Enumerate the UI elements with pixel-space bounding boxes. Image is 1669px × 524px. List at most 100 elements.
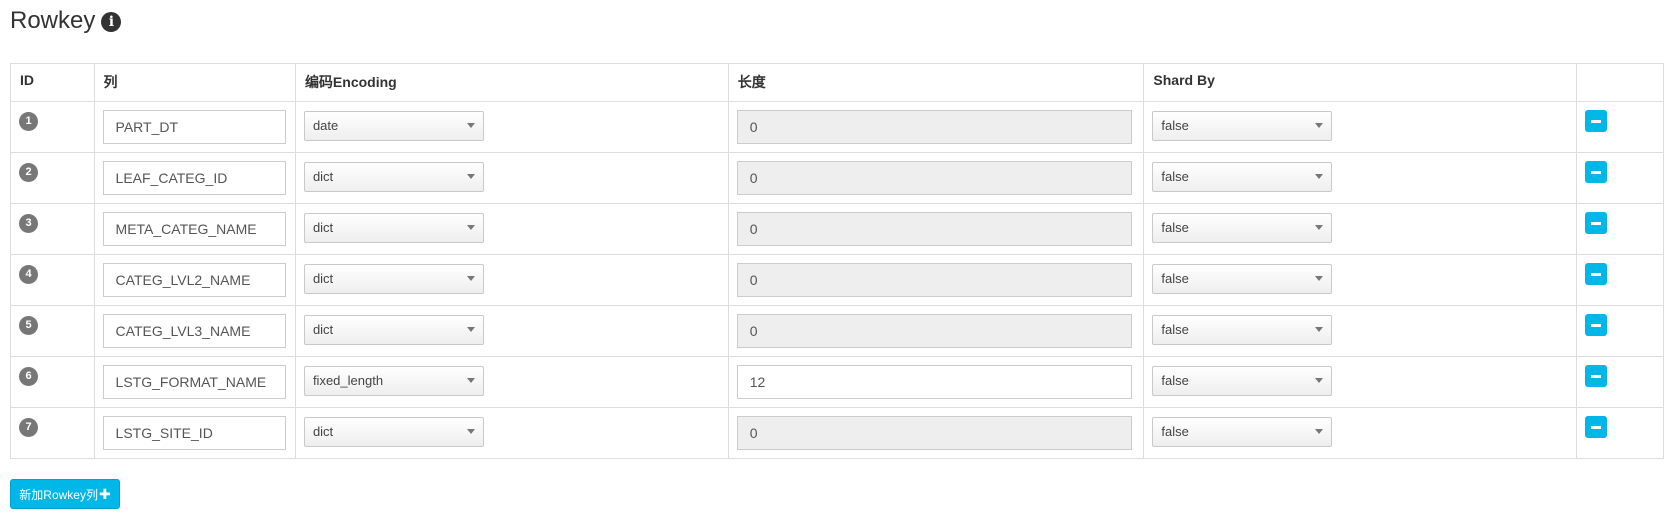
remove-row-button[interactable] bbox=[1585, 263, 1608, 285]
encoding-cell: dict bbox=[294, 254, 729, 306]
shard-by-cell: false bbox=[1143, 305, 1578, 357]
caret-down-icon bbox=[1315, 174, 1324, 179]
table-row: 7 dict false bbox=[10, 407, 1664, 459]
id-cell: 5 bbox=[10, 305, 95, 357]
column-name-input[interactable] bbox=[102, 416, 286, 450]
length-cell bbox=[727, 101, 1145, 153]
id-cell: 2 bbox=[10, 152, 95, 204]
encoding-value: dict bbox=[312, 169, 334, 184]
minus-icon bbox=[1591, 170, 1602, 174]
shard-by-select[interactable]: false bbox=[1152, 315, 1333, 345]
minus-icon bbox=[1591, 323, 1602, 327]
id-cell: 6 bbox=[10, 356, 95, 408]
column-name-input[interactable] bbox=[102, 110, 286, 144]
caret-down-icon bbox=[466, 429, 475, 434]
page-title: Rowkey i bbox=[10, 4, 122, 38]
encoding-value: dict bbox=[312, 424, 334, 439]
encoding-select[interactable]: fixed_length bbox=[303, 366, 484, 396]
info-icon[interactable]: i bbox=[101, 12, 122, 32]
shard-by-select[interactable]: false bbox=[1152, 417, 1333, 447]
length-input bbox=[736, 314, 1132, 348]
column-name-input[interactable] bbox=[102, 212, 286, 246]
column-cell bbox=[93, 152, 296, 204]
actions-cell bbox=[1576, 203, 1664, 255]
shard-by-cell: false bbox=[1143, 203, 1578, 255]
length-cell bbox=[727, 152, 1145, 204]
encoding-value: fixed_length bbox=[312, 373, 384, 388]
encoding-select[interactable]: date bbox=[303, 111, 484, 141]
remove-row-button[interactable] bbox=[1585, 110, 1608, 132]
caret-down-icon bbox=[1315, 225, 1324, 230]
table-row: 1 date false bbox=[10, 101, 1664, 153]
actions-cell bbox=[1576, 101, 1664, 153]
length-input bbox=[736, 212, 1132, 246]
actions-cell bbox=[1576, 356, 1664, 408]
encoding-select[interactable]: dict bbox=[303, 417, 484, 447]
length-input bbox=[736, 416, 1132, 450]
column-cell bbox=[93, 356, 296, 408]
shard-by-select[interactable]: false bbox=[1152, 162, 1333, 192]
caret-down-icon bbox=[466, 225, 475, 230]
actions-cell bbox=[1576, 152, 1664, 204]
page-title-text: Rowkey bbox=[10, 7, 96, 34]
column-header-actions bbox=[1576, 63, 1664, 102]
caret-down-icon bbox=[1315, 429, 1324, 434]
shard-by-value: false bbox=[1161, 169, 1189, 184]
column-name-input[interactable] bbox=[102, 365, 286, 399]
length-input[interactable] bbox=[736, 365, 1132, 399]
column-header-column: 列 bbox=[93, 63, 296, 102]
id-cell: 3 bbox=[10, 203, 95, 255]
column-cell bbox=[93, 305, 296, 357]
shard-by-cell: false bbox=[1143, 254, 1578, 306]
shard-by-select[interactable]: false bbox=[1152, 111, 1333, 141]
column-name-input[interactable] bbox=[102, 314, 286, 348]
shard-by-select[interactable]: false bbox=[1152, 366, 1333, 396]
column-header-length: 长度 bbox=[727, 63, 1145, 102]
shard-by-cell: false bbox=[1143, 152, 1578, 204]
row-id-badge: 6 bbox=[19, 367, 38, 386]
remove-row-button[interactable] bbox=[1585, 365, 1608, 387]
row-id-badge: 7 bbox=[19, 418, 38, 437]
encoding-select[interactable]: dict bbox=[303, 213, 484, 243]
actions-cell bbox=[1576, 305, 1664, 357]
shard-by-cell: false bbox=[1143, 101, 1578, 153]
row-id-badge: 5 bbox=[19, 316, 38, 335]
id-cell: 1 bbox=[10, 101, 95, 153]
table-row: 2 dict false bbox=[10, 152, 1664, 204]
column-cell bbox=[93, 101, 296, 153]
row-id-badge: 1 bbox=[19, 112, 38, 131]
row-id-badge: 4 bbox=[19, 265, 38, 284]
shard-by-select[interactable]: false bbox=[1152, 213, 1333, 243]
column-name-input[interactable] bbox=[102, 263, 286, 297]
length-input bbox=[736, 263, 1132, 297]
encoding-select[interactable]: dict bbox=[303, 162, 484, 192]
shard-by-select[interactable]: false bbox=[1152, 264, 1333, 294]
add-rowkey-button[interactable]: 新加Rowkey列 ✚ bbox=[10, 479, 120, 509]
table-row: 5 dict false bbox=[10, 305, 1664, 357]
caret-down-icon bbox=[466, 276, 475, 281]
encoding-select[interactable]: dict bbox=[303, 315, 484, 345]
id-cell: 4 bbox=[10, 254, 95, 306]
add-rowkey-label: 新加Rowkey列 bbox=[19, 487, 98, 502]
remove-row-button[interactable] bbox=[1585, 212, 1608, 234]
table-row: 4 dict false bbox=[10, 254, 1664, 306]
encoding-select[interactable]: dict bbox=[303, 264, 484, 294]
encoding-value: dict bbox=[312, 220, 334, 235]
row-id-badge: 2 bbox=[19, 163, 38, 182]
actions-cell bbox=[1576, 254, 1664, 306]
encoding-cell: dict bbox=[294, 407, 729, 459]
caret-down-icon bbox=[1315, 378, 1324, 383]
length-cell bbox=[727, 407, 1145, 459]
column-header-id: ID bbox=[10, 63, 95, 102]
row-id-badge: 3 bbox=[19, 214, 38, 233]
shard-by-value: false bbox=[1161, 271, 1189, 286]
column-name-input[interactable] bbox=[102, 161, 286, 195]
minus-icon bbox=[1591, 374, 1602, 378]
remove-row-button[interactable] bbox=[1585, 416, 1608, 438]
table-header-row: ID 列 编码Encoding 长度 Shard By bbox=[10, 63, 1664, 102]
encoding-cell: dict bbox=[294, 203, 729, 255]
remove-row-button[interactable] bbox=[1585, 161, 1608, 183]
encoding-cell: dict bbox=[294, 305, 729, 357]
shard-by-cell: false bbox=[1143, 356, 1578, 408]
remove-row-button[interactable] bbox=[1585, 314, 1608, 336]
